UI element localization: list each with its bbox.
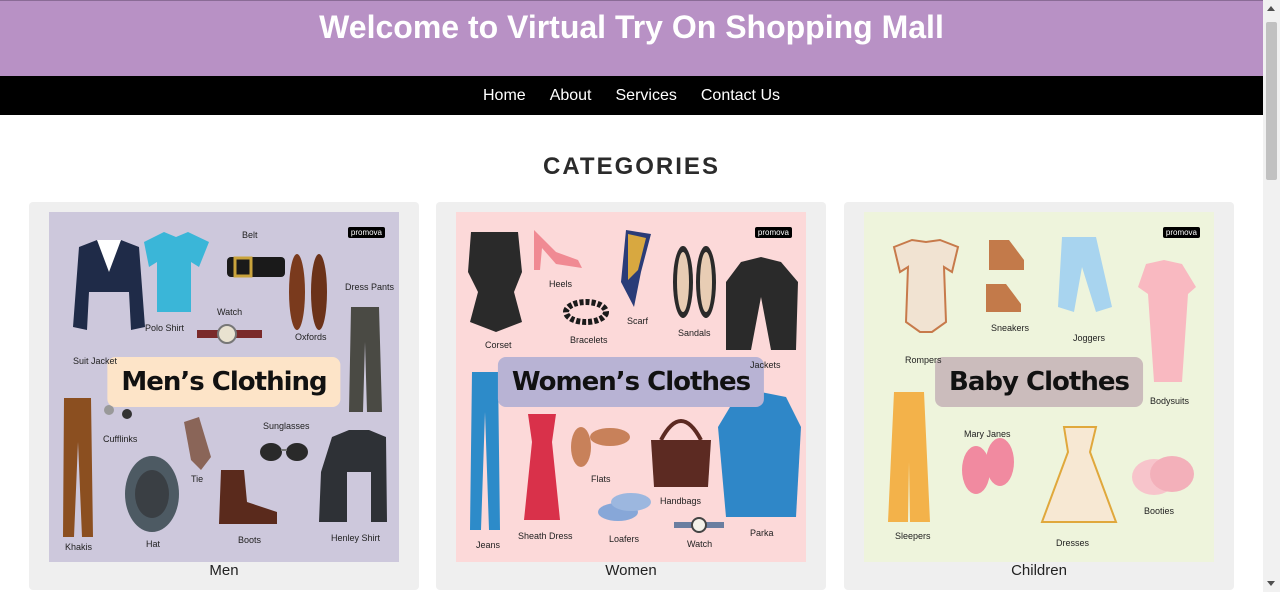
item-label-rompers: Rompers bbox=[905, 355, 942, 365]
item-label-hat: Hat bbox=[146, 539, 161, 549]
item-label-watch: Watch bbox=[687, 539, 713, 549]
category-label-children[interactable]: Children bbox=[844, 562, 1234, 579]
women-banner: Women’s Clothes bbox=[497, 357, 765, 407]
item-label-jeans: Jeans bbox=[476, 540, 501, 550]
item-label-bracelets: Bracelets bbox=[570, 335, 608, 345]
item-label-cufflinks: Cufflinks bbox=[103, 434, 138, 444]
item-label-boots: Boots bbox=[238, 535, 262, 545]
item-label-belt: Belt bbox=[242, 230, 258, 240]
item-label-henley-shirt: Henley Shirt bbox=[331, 533, 381, 543]
item-label-tie: Tie bbox=[191, 474, 204, 484]
item-label-sneakers: Sneakers bbox=[991, 323, 1030, 333]
scroll-up-arrow-icon[interactable] bbox=[1267, 6, 1275, 11]
item-label-corset: Corset bbox=[485, 340, 512, 350]
item-label-scarf: Scarf bbox=[627, 316, 649, 326]
category-label-women[interactable]: Women bbox=[436, 562, 826, 579]
category-image-children[interactable]: promova Baby Clothes Rompers Sneakers Jo… bbox=[864, 212, 1214, 562]
parka-icon bbox=[718, 392, 801, 517]
men-banner: Men’s Clothing bbox=[107, 357, 341, 407]
item-label-sandals: Sandals bbox=[678, 328, 711, 338]
category-card-children[interactable]: promova Baby Clothes Rompers Sneakers Jo… bbox=[844, 202, 1234, 590]
category-image-men[interactable]: promova Men’s Clothing Suit Jacket Polo … bbox=[49, 212, 399, 562]
nav-services[interactable]: Services bbox=[616, 87, 677, 105]
item-label-sunglasses: Sunglasses bbox=[263, 421, 310, 431]
corset-icon bbox=[468, 232, 522, 332]
item-label-mary-janes: Mary Janes bbox=[964, 429, 1011, 439]
main-nav: Home About Services Contact Us bbox=[0, 76, 1263, 115]
item-label-dresses: Dresses bbox=[1056, 538, 1090, 548]
item-label-bodysuits: Bodysuits bbox=[1150, 396, 1190, 406]
page: Welcome to Virtual Try On Shopping Mall … bbox=[0, 0, 1263, 590]
item-label-parka: Parka bbox=[750, 528, 774, 538]
scroll-down-arrow-icon[interactable] bbox=[1267, 581, 1275, 586]
item-label-polo-shirt: Polo Shirt bbox=[145, 323, 185, 333]
item-label-heels: Heels bbox=[549, 279, 573, 289]
nav-home[interactable]: Home bbox=[483, 87, 526, 105]
item-label-joggers: Joggers bbox=[1073, 333, 1106, 343]
item-label-flats: Flats bbox=[591, 474, 611, 484]
item-label-watch: Watch bbox=[217, 307, 243, 317]
belt-icon bbox=[227, 256, 285, 278]
vertical-scrollbar[interactable] bbox=[1263, 0, 1280, 592]
scrollbar-thumb[interactable] bbox=[1266, 22, 1277, 180]
item-label-loafers: Loafers bbox=[609, 534, 640, 544]
category-image-women[interactable]: promova Women’s Clothes Corset Heels Bra… bbox=[456, 212, 806, 562]
children-banner: Baby Clothes bbox=[935, 357, 1143, 407]
item-label-suit-jacket: Suit Jacket bbox=[73, 356, 118, 366]
category-card-men[interactable]: promova Men’s Clothing Suit Jacket Polo … bbox=[29, 202, 419, 590]
item-label-handbags: Handbags bbox=[660, 496, 702, 506]
item-label-sleepers: Sleepers bbox=[895, 531, 931, 541]
site-title: Welcome to Virtual Try On Shopping Mall bbox=[319, 9, 944, 45]
hat-icon bbox=[125, 456, 179, 532]
item-label-sheath-dress: Sheath Dress bbox=[518, 531, 573, 541]
promova-badge: promova bbox=[347, 227, 385, 238]
site-header: Welcome to Virtual Try On Shopping Mall bbox=[0, 0, 1263, 76]
category-label-men[interactable]: Men bbox=[29, 562, 419, 579]
nav-contact-us[interactable]: Contact Us bbox=[701, 87, 780, 105]
item-label-dress-pants: Dress Pants bbox=[345, 282, 395, 292]
category-card-women[interactable]: promova Women’s Clothes Corset Heels Bra… bbox=[436, 202, 826, 590]
item-label-jackets: Jackets bbox=[750, 360, 781, 370]
categories-heading: CATEGORIES bbox=[543, 153, 720, 180]
item-label-booties: Booties bbox=[1144, 506, 1175, 516]
item-label-khakis: Khakis bbox=[65, 542, 93, 552]
nav-about[interactable]: About bbox=[550, 87, 592, 105]
promova-badge: promova bbox=[754, 227, 792, 238]
item-label-oxfords: Oxfords bbox=[295, 332, 327, 342]
promova-badge: promova bbox=[1162, 227, 1200, 238]
